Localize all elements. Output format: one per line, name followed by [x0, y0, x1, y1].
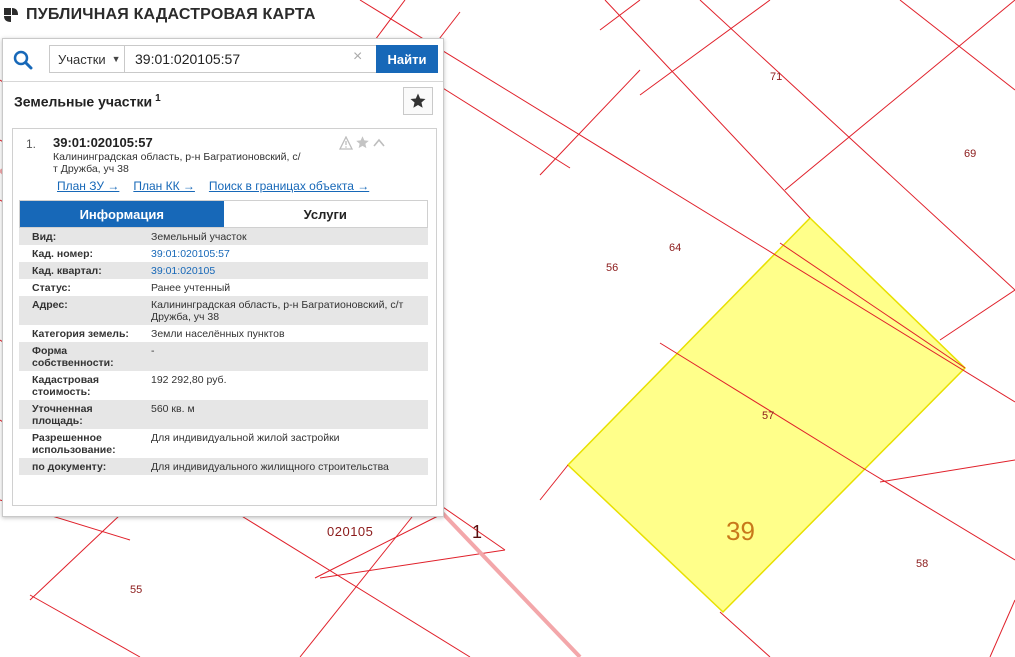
info-table: Вид: Земельный участок Кад. номер: 39:01:0… [19, 228, 428, 475]
result-actions [339, 135, 386, 150]
search-icon [13, 50, 33, 70]
table-row: Кад. квартал: 39:01:020105 [19, 262, 428, 279]
plot-label: 57 [762, 410, 775, 422]
plot-label: 58 [916, 558, 929, 570]
tab-services[interactable]: Услуги [223, 201, 427, 227]
table-row: Форма собственности: - [19, 342, 428, 371]
clear-icon[interactable]: × [353, 48, 362, 66]
plot-label: 64 [669, 242, 682, 254]
result-index: 1. [26, 137, 37, 151]
star-icon[interactable] [355, 135, 370, 150]
table-row: Уточненная площадь: 560 кв. м [19, 400, 428, 429]
result-address: Калининградская область, р-н Багратионов… [53, 151, 301, 175]
results-header: Земельные участки 1 [3, 81, 443, 121]
logo-icon [4, 8, 18, 22]
table-row: Категория земель: Земли населённых пункто… [19, 325, 428, 342]
plot-label: 55 [130, 584, 143, 596]
caret-down-icon: ▼ [111, 54, 121, 64]
result-links: План ЗУ → План КК → Поиск в границах объ… [57, 179, 369, 193]
plot-label: 71 [770, 71, 783, 83]
quarter-label: 020105 [327, 524, 374, 539]
table-row: Статус: Ранее учтенный [19, 279, 428, 296]
table-row: Кадастровая стоимость: 192 292,80 руб. [19, 371, 428, 400]
parcel-number-label: 39 [726, 516, 755, 546]
table-row: Адрес: Калининградская область, р-н Багра… [19, 296, 428, 325]
search-row: Участки ▼ × Найти [3, 39, 443, 82]
plan-kk-link[interactable]: План КК → [133, 179, 195, 193]
map-number-label: 1 [472, 522, 483, 542]
table-row: Кад. номер: 39:01:020105:57 [19, 245, 428, 262]
result-card: 1. 39:01:020105:57 Калининградская облас… [12, 128, 437, 506]
search-toggle[interactable] [3, 39, 43, 81]
object-type-label: Участки [58, 51, 106, 67]
result-title[interactable]: 39:01:020105:57 [53, 135, 153, 150]
search-panel: Участки ▼ × Найти Земельные участки1 1. … [2, 38, 444, 517]
plot-label: 56 [606, 262, 619, 274]
results-title: Земельные участки 1 [14, 93, 161, 110]
app-title: ПУБЛИЧНАЯ КАДАСТРОВАЯ КАРТА [26, 6, 316, 23]
object-type-select[interactable]: Участки ▼ [49, 45, 125, 73]
search-input[interactable] [125, 45, 377, 73]
favorites-button[interactable] [403, 87, 433, 115]
chevron-up-icon[interactable] [372, 136, 386, 150]
search-in-bounds-link[interactable]: Поиск в границах объекта → [209, 179, 369, 193]
plot-label: 69 [964, 148, 977, 160]
table-row: Вид: Земельный участок [19, 228, 428, 245]
tab-info[interactable]: Информация [20, 201, 224, 227]
warning-icon[interactable] [339, 135, 353, 150]
table-row: Разрешенное использование: Для индивидуал… [19, 429, 428, 458]
app-header: ПУБЛИЧНАЯ КАДАСТРОВАЯ КАРТА [2, 4, 316, 26]
plan-zu-link[interactable]: План ЗУ → [57, 179, 119, 193]
star-icon [410, 93, 426, 108]
table-row: по документу: Для индивидуального жилищно… [19, 458, 428, 475]
results-count: 1 [155, 93, 161, 104]
result-tabs: Информация Услуги [19, 200, 428, 228]
find-button[interactable]: Найти [376, 45, 438, 73]
